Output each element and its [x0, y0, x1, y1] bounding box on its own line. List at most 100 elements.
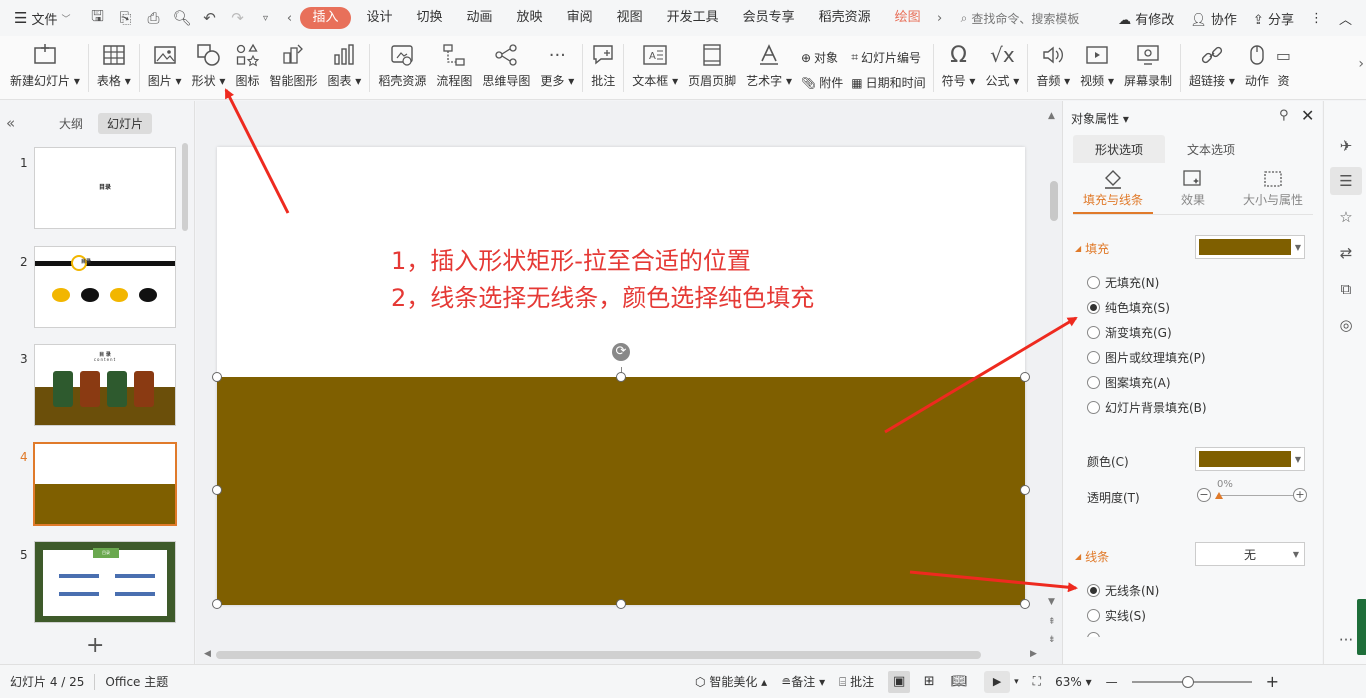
icon-button[interactable]: 图标	[230, 40, 264, 96]
slides-scrollbar[interactable]	[182, 143, 188, 231]
rotate-handle-icon[interactable]: ⟳	[612, 343, 630, 361]
radio-picture-fill[interactable]: 图片或纹理填充(P)	[1087, 349, 1206, 366]
print-icon[interactable]: ⎙	[144, 9, 162, 27]
subtab-size-properties[interactable]: 大小与属性	[1233, 167, 1313, 214]
resize-handle-bottom[interactable]	[616, 599, 626, 609]
comment-button[interactable]: 批注	[586, 40, 620, 96]
radio-background-fill[interactable]: 幻灯片背景填充(B)	[1087, 399, 1207, 416]
radio-button[interactable]	[1087, 584, 1100, 597]
symbol-button[interactable]: Ω 符号 ▾	[937, 40, 981, 96]
slide-thumbnail-3[interactable]: 目 录 content	[34, 344, 176, 426]
tab-text-options[interactable]: 文本选项	[1165, 135, 1257, 163]
table-button[interactable]: 表格 ▾	[92, 40, 136, 96]
close-icon[interactable]: ✕	[1301, 106, 1314, 125]
slider-track[interactable]	[1217, 495, 1293, 496]
line-section-header[interactable]: ◢ 线条	[1075, 548, 1109, 565]
slide-thumbnail-4[interactable]	[33, 442, 177, 526]
attachment-button[interactable]: 📎︎ 附件	[801, 74, 843, 91]
resize-handle-top[interactable]	[616, 372, 626, 382]
canvas-vertical-scrollbar[interactable]: ▲ ▼ ⇞ ⇟	[1048, 111, 1058, 651]
transition-icon[interactable]: ⇄	[1336, 244, 1356, 264]
mindmap-button[interactable]: 思维导图	[477, 40, 535, 96]
video-button[interactable]: 视频 ▾	[1075, 40, 1119, 96]
picture-button[interactable]: 图片 ▾	[143, 40, 187, 96]
zoom-in-icon[interactable]: +	[1266, 672, 1279, 691]
radio-button[interactable]	[1087, 326, 1100, 339]
tab-view[interactable]: 视图	[605, 7, 655, 29]
theme-name[interactable]: Office 主题	[105, 673, 168, 690]
tab-animation[interactable]: 动画	[455, 7, 505, 29]
smart-beautify-button[interactable]: ⬡ 智能美化 ▴	[695, 673, 767, 690]
ribbon-scroll-right-icon[interactable]: ›	[1358, 56, 1364, 72]
resize-handle-bottom-right[interactable]	[1020, 599, 1030, 609]
decrease-icon[interactable]: −	[1197, 488, 1211, 502]
modified-button[interactable]: ☁ 有修改	[1118, 9, 1174, 28]
radio-button[interactable]	[1087, 376, 1100, 389]
subtab-effect[interactable]: 效果	[1153, 167, 1233, 214]
share-button[interactable]: ⇪ 分享	[1253, 9, 1294, 28]
picture-edit-icon[interactable]: ⧉	[1336, 280, 1356, 300]
tab-outline[interactable]: 大纲	[50, 113, 92, 134]
canvas-horizontal-scrollbar[interactable]: ◀ ▶	[204, 649, 1039, 661]
smart-shape-button[interactable]: 智能图形	[264, 40, 322, 96]
docer-resource-button[interactable]: 稻壳资源	[373, 40, 431, 96]
scroll-up-icon[interactable]: ▲	[1048, 111, 1055, 121]
reading-view-icon[interactable]: 📖︎	[948, 671, 970, 693]
tab-developer[interactable]: 开发工具	[655, 7, 731, 29]
radio-button[interactable]	[1087, 276, 1100, 289]
more-dots-icon[interactable]: ···	[1336, 631, 1356, 651]
wordart-button[interactable]: 艺术字 ▾	[741, 40, 797, 96]
selected-rectangle-shape[interactable]	[217, 377, 1025, 605]
hyperlink-button[interactable]: 超链接 ▾	[1184, 40, 1240, 96]
prev-slide-icon[interactable]: ⇞	[1048, 617, 1056, 627]
resize-handle-right[interactable]	[1020, 485, 1030, 495]
textbox-button[interactable]: A 文本框 ▾	[627, 40, 683, 96]
redo-icon[interactable]: ↷	[228, 9, 246, 27]
radio-gradient-fill[interactable]: 渐变填充(G)	[1087, 324, 1172, 341]
more-button[interactable]: ··· 更多 ▾	[535, 40, 579, 96]
zoom-level[interactable]: 63% ▾	[1055, 675, 1092, 689]
new-slide-button[interactable]: 新建幻灯片 ▾	[0, 40, 85, 96]
collaborate-button[interactable]: 👤︎ 协作	[1190, 9, 1237, 28]
command-search[interactable]: ⌕ 查找命令、搜索模板	[961, 10, 1116, 27]
tab-shape-options[interactable]: 形状选项	[1073, 135, 1166, 163]
rocket-icon[interactable]: ✈	[1336, 137, 1356, 157]
tab-member[interactable]: 会员专享	[731, 7, 807, 29]
radio-button[interactable]	[1087, 301, 1100, 314]
radio-button[interactable]	[1087, 401, 1100, 414]
screen-record-button[interactable]: 屏幕录制	[1119, 40, 1177, 96]
undo-icon[interactable]: ↶	[200, 9, 218, 27]
properties-sliders-icon[interactable]: ☰	[1330, 167, 1362, 195]
tab-review[interactable]: 审阅	[555, 7, 605, 29]
file-menu[interactable]: ☰ 文件 ﹀	[0, 0, 80, 36]
zoom-slider[interactable]	[1131, 675, 1252, 688]
resize-handle-bottom-left[interactable]	[212, 599, 222, 609]
tab-slides[interactable]: 幻灯片	[98, 112, 153, 134]
color-dropdown[interactable]: ▼	[1195, 447, 1305, 471]
tab-transition[interactable]: 切换	[405, 7, 455, 29]
object-button[interactable]: ⊕ 对象	[801, 49, 843, 66]
flowchart-button[interactable]: 流程图	[431, 40, 477, 96]
resize-handle-top-right[interactable]	[1020, 372, 1030, 382]
next-slide-icon[interactable]: ⇟	[1048, 635, 1056, 645]
slide-thumbnail-2[interactable]: 目录	[34, 246, 176, 328]
slider-knob[interactable]	[1215, 492, 1223, 499]
radio-no-line[interactable]: 无线条(N)	[1087, 582, 1159, 599]
pin-icon[interactable]: ⚲	[1279, 108, 1289, 123]
chart-button[interactable]: 图表 ▾	[322, 40, 366, 96]
tab-docer[interactable]: 稻壳资源	[807, 7, 883, 29]
horizontal-scroll-thumb[interactable]	[216, 651, 981, 659]
zoom-knob[interactable]	[1181, 675, 1194, 688]
fit-window-icon[interactable]: ⛶	[1033, 674, 1041, 689]
location-icon[interactable]: ◎	[1336, 316, 1356, 336]
scroll-left-icon[interactable]: ◀	[204, 649, 211, 659]
fill-section-header[interactable]: ◢ 填充	[1075, 240, 1109, 257]
radio-pattern-fill[interactable]: 图案填充(A)	[1087, 374, 1171, 391]
action-button[interactable]: 动作	[1240, 40, 1274, 96]
comment-status-button[interactable]: ⌸ 批注	[839, 673, 874, 690]
fill-color-dropdown[interactable]: ▼	[1195, 235, 1305, 259]
transparency-slider[interactable]: − 0% +	[1197, 479, 1307, 506]
radio-button[interactable]	[1087, 351, 1100, 364]
more-icon[interactable]: ⋮	[1310, 11, 1323, 26]
tabs-scroll-right-icon[interactable]: ›	[933, 11, 947, 26]
